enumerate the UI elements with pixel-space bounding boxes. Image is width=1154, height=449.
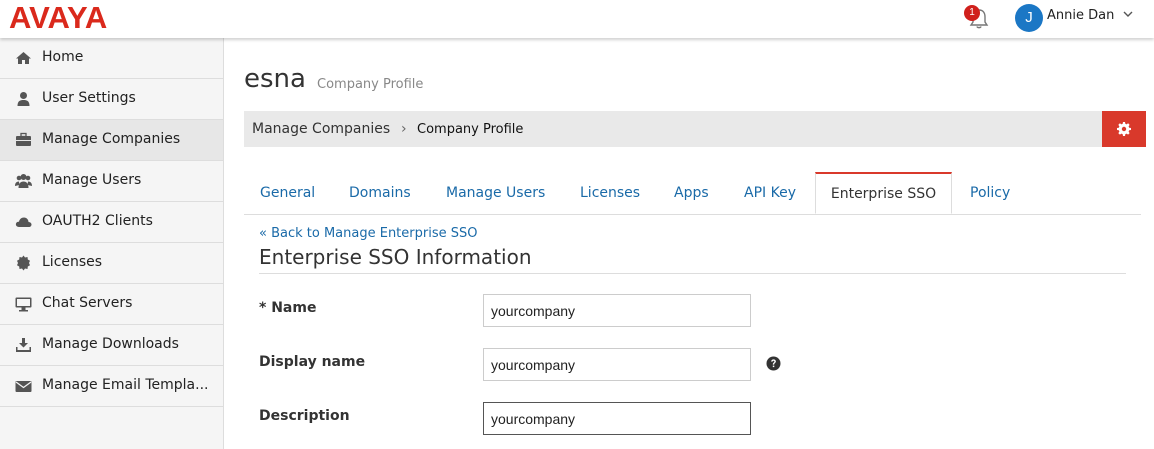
tab-general[interactable]: General [260, 172, 315, 214]
tab-enterprise-sso[interactable]: Enterprise SSO [815, 172, 952, 214]
users-icon [15, 174, 32, 188]
sidebar-item-manage-companies[interactable]: Manage Companies [0, 120, 223, 161]
avatar[interactable]: J [1015, 4, 1043, 32]
question-circle-icon[interactable] [766, 356, 781, 371]
chevron-down-icon[interactable] [1122, 9, 1134, 19]
top-bar: AVAYA 1 J Annie Dan [0, 0, 1154, 38]
envelope-icon [15, 381, 32, 392]
settings-button[interactable] [1102, 111, 1146, 147]
tab-licenses[interactable]: Licenses [580, 172, 640, 214]
tab-api-key[interactable]: API Key [744, 172, 796, 214]
tab-domains[interactable]: Domains [349, 172, 411, 214]
description-label: Description [259, 408, 350, 424]
name-field[interactable] [483, 294, 751, 327]
sidebar-item-label: Manage Email Templa... [42, 377, 209, 393]
tab-apps[interactable]: Apps [674, 172, 709, 214]
sidebar-item-manage-downloads[interactable]: Manage Downloads [0, 325, 223, 366]
description-field[interactable] [483, 402, 751, 435]
sidebar-item-label: Manage Downloads [42, 336, 179, 352]
sidebar-item-label: Home [42, 49, 84, 65]
page-subtitle: Company Profile [317, 77, 424, 92]
sidebar-item-label: Chat Servers [42, 295, 133, 311]
sidebar-item-label: OAUTH2 Clients [42, 213, 153, 229]
sidebar-item-label: Licenses [42, 254, 103, 270]
company-brand: esna [244, 64, 306, 94]
sidebar-item-manage-email-templates[interactable]: Manage Email Templa... [0, 366, 223, 407]
name-label: * Name [259, 300, 317, 316]
gear-icon [1117, 122, 1131, 136]
sidebar-item-label: User Settings [42, 90, 136, 106]
section-divider [259, 273, 1126, 274]
display-name-label: Display name [259, 354, 366, 370]
sidebar-item-home[interactable]: Home [0, 38, 223, 79]
section-title: Enterprise SSO Information [259, 245, 532, 269]
back-to-enterprise-sso-link[interactable]: « Back to Manage Enterprise SSO [259, 226, 477, 241]
sidebar-item-label: Manage Companies [42, 131, 181, 147]
avaya-logo[interactable]: AVAYA [9, 0, 107, 36]
user-icon [17, 92, 30, 106]
download-icon [16, 338, 31, 352]
breadcrumb: Manage Companies › Company Profile [244, 111, 1102, 147]
cloud-icon [15, 217, 32, 227]
home-icon [16, 52, 31, 64]
breadcrumb-manage-companies[interactable]: Manage Companies [252, 121, 390, 137]
notification-badge[interactable]: 1 [964, 5, 980, 21]
sidebar-item-user-settings[interactable]: User Settings [0, 79, 223, 120]
sidebar-item-licenses[interactable]: Licenses [0, 243, 223, 284]
profile-tabs: General Domains Manage Users Licenses Ap… [244, 172, 1141, 215]
sidebar: Home User Settings Manage Companies Mana… [0, 38, 224, 449]
briefcase-icon [16, 132, 31, 146]
certificate-icon [17, 255, 30, 271]
sidebar-item-oauth2-clients[interactable]: OAUTH2 Clients [0, 202, 223, 243]
display-name-field[interactable] [483, 348, 751, 381]
desktop-icon [15, 297, 32, 312]
tab-manage-users[interactable]: Manage Users [446, 172, 545, 214]
breadcrumb-separator: › [401, 121, 407, 137]
tab-policy[interactable]: Policy [970, 172, 1010, 214]
user-name[interactable]: Annie Dan [1047, 8, 1114, 23]
sidebar-item-manage-users[interactable]: Manage Users [0, 161, 223, 202]
sidebar-item-chat-servers[interactable]: Chat Servers [0, 284, 223, 325]
breadcrumb-current: Company Profile [417, 122, 524, 137]
sidebar-item-label: Manage Users [42, 172, 142, 188]
